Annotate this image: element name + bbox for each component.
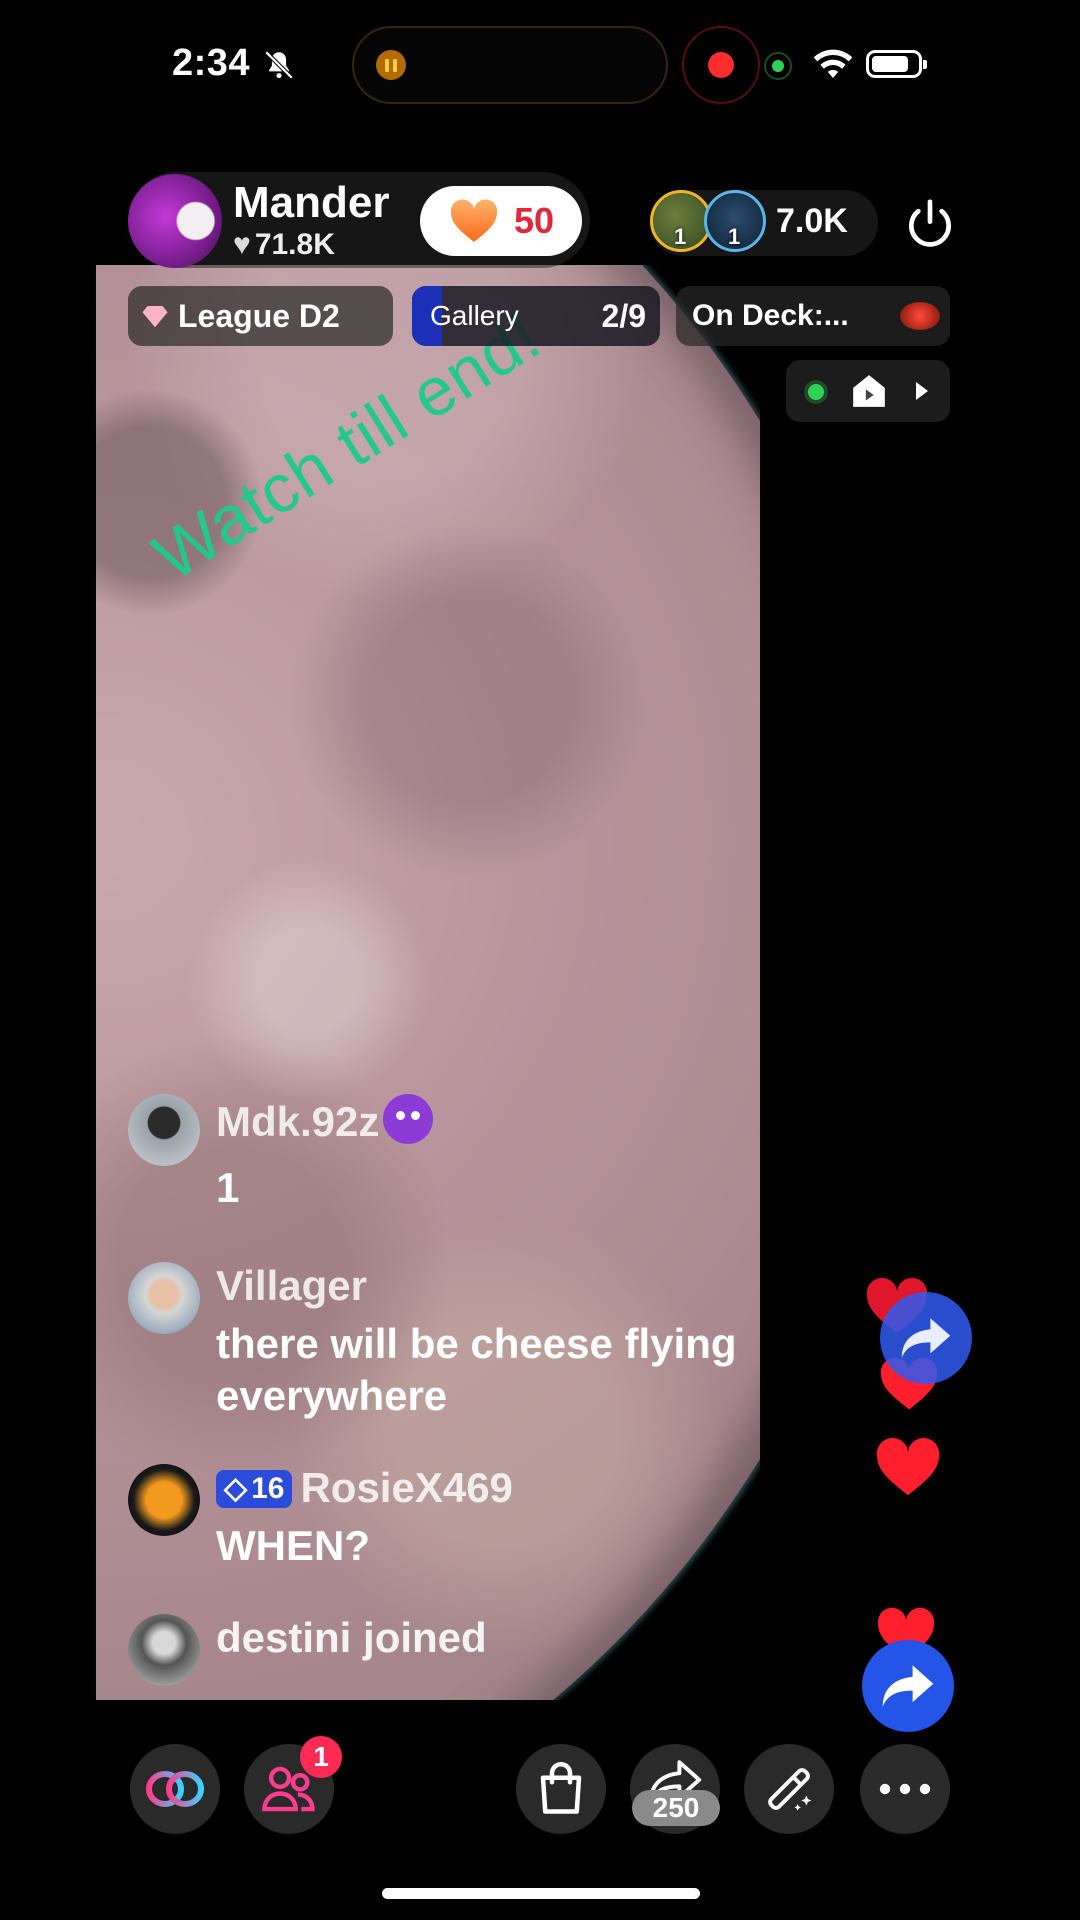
home-indicator[interactable] xyxy=(382,1888,700,1899)
share-button[interactable] xyxy=(880,1292,972,1384)
camera-indicator-icon xyxy=(764,52,792,80)
recording-icon xyxy=(682,26,760,104)
diamond-icon: ◇ xyxy=(224,1472,248,1505)
gem-icon xyxy=(142,306,168,328)
power-icon[interactable] xyxy=(902,196,958,252)
chat-avatar[interactable] xyxy=(128,1262,200,1334)
on-deck-label: On Deck:... xyxy=(692,299,849,332)
chat-text: there will be cheese flying everywhere xyxy=(216,1320,737,1419)
bell-slash-icon xyxy=(264,50,294,80)
play-icon[interactable] xyxy=(916,382,928,400)
gallery-chip[interactable]: Gallery 2/9 xyxy=(412,286,660,346)
chat-text: WHEN? xyxy=(216,1522,370,1569)
house-icon xyxy=(853,375,885,407)
viewer-count[interactable]: 7.0K xyxy=(776,202,848,241)
league-chip[interactable]: League D2 xyxy=(128,286,393,346)
on-deck-thumbnail xyxy=(900,302,940,330)
chat-username[interactable]: Villager xyxy=(216,1262,367,1310)
devil-emoji-icon xyxy=(383,1094,434,1144)
gallery-count: 2/9 xyxy=(601,298,646,334)
follow-count: 50 xyxy=(513,200,555,241)
host-likes: ♥ 71.8K xyxy=(233,228,335,262)
share-count: 250 xyxy=(632,1790,720,1826)
heart-icon xyxy=(876,1437,940,1496)
effects-button[interactable] xyxy=(744,1744,834,1834)
heart-icon xyxy=(450,199,498,242)
notification-badge: 1 xyxy=(300,1736,342,1778)
more-icon xyxy=(879,1783,931,1795)
viewer-rank-badge: 1 xyxy=(728,224,741,249)
viewer-rank-badge: 1 xyxy=(674,224,687,249)
chat-join-message: destini joined xyxy=(216,1614,487,1661)
chat-text: 1 xyxy=(216,1164,240,1211)
chat-username[interactable]: ◇ 16 RosieX469 xyxy=(216,1464,513,1512)
battery-icon xyxy=(866,50,927,78)
chat-avatar[interactable] xyxy=(128,1464,200,1536)
share-icon xyxy=(882,1665,934,1707)
multi-guest-button[interactable] xyxy=(130,1744,220,1834)
on-deck-chip[interactable]: On Deck:... xyxy=(676,286,950,346)
league-label: League D2 xyxy=(178,297,340,334)
link-icon xyxy=(146,1771,204,1807)
chat-avatar[interactable] xyxy=(128,1094,200,1166)
gallery-label: Gallery xyxy=(430,300,519,331)
live-dot-icon xyxy=(808,384,824,400)
shop-button[interactable] xyxy=(516,1744,606,1834)
heart-icon: ♥ xyxy=(233,228,251,261)
host-likes-count: 71.8K xyxy=(254,228,335,261)
dynamic-island xyxy=(352,26,668,104)
magic-wand-icon xyxy=(768,1768,812,1811)
share-button[interactable] xyxy=(862,1640,954,1732)
follow-button[interactable]: 50 xyxy=(420,186,582,256)
share-icon xyxy=(901,1318,951,1358)
host-avatar[interactable] xyxy=(128,174,222,268)
shopping-bag-icon xyxy=(540,1762,582,1814)
level-badge: ◇ 16 xyxy=(216,1469,293,1508)
wifi-icon xyxy=(813,49,853,78)
pause-icon xyxy=(376,50,406,80)
more-button[interactable] xyxy=(860,1744,950,1834)
chat-avatar[interactable] xyxy=(128,1614,200,1686)
status-time: 2:34 xyxy=(172,42,251,84)
chat-username[interactable]: Mdk.92z xyxy=(216,1094,434,1146)
host-name: Mander xyxy=(233,178,390,227)
